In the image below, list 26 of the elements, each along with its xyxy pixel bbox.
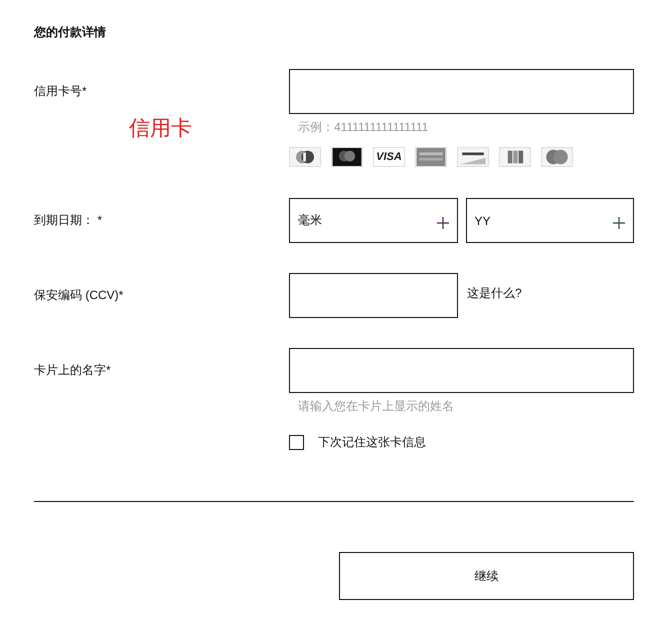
field-label: 保安编码 (CCV)* — [34, 287, 124, 304]
field-label: 信用卡号* — [34, 83, 88, 100]
card-logo-icon — [541, 147, 573, 167]
annotation-text: 信用卡 — [129, 116, 192, 142]
help-link[interactable]: 这是什么? — [467, 284, 522, 302]
name-field[interactable] — [289, 348, 634, 393]
field-label: 卡片上的名字* — [34, 362, 112, 379]
checkbox[interactable] — [289, 435, 304, 450]
ccv-field[interactable] — [289, 273, 458, 318]
card-logo-icon — [331, 147, 363, 167]
visa-logo: VISA — [373, 147, 405, 167]
year-select[interactable]: YY — [466, 198, 634, 243]
field-label: 到期日期： * — [34, 212, 104, 229]
card-logo-icon — [457, 147, 489, 167]
field-hint: 请输入您在卡片上显示的姓名 — [298, 398, 455, 415]
field-hint: 示例：4111111111111111 — [298, 119, 430, 136]
card-logo-icon — [499, 147, 531, 167]
plus-icon — [613, 216, 625, 228]
plus-icon — [436, 216, 448, 228]
month-select[interactable]: 毫米 — [289, 198, 458, 243]
checkbox-label: 下次记住这张卡信息 — [318, 434, 426, 451]
continue-button[interactable]: 继续 — [339, 552, 634, 600]
card-number-field[interactable] — [289, 69, 634, 114]
card-logo-icon — [415, 147, 447, 167]
form-title: 您的付款详情 — [34, 24, 107, 41]
card-logo-icon — [289, 147, 321, 167]
